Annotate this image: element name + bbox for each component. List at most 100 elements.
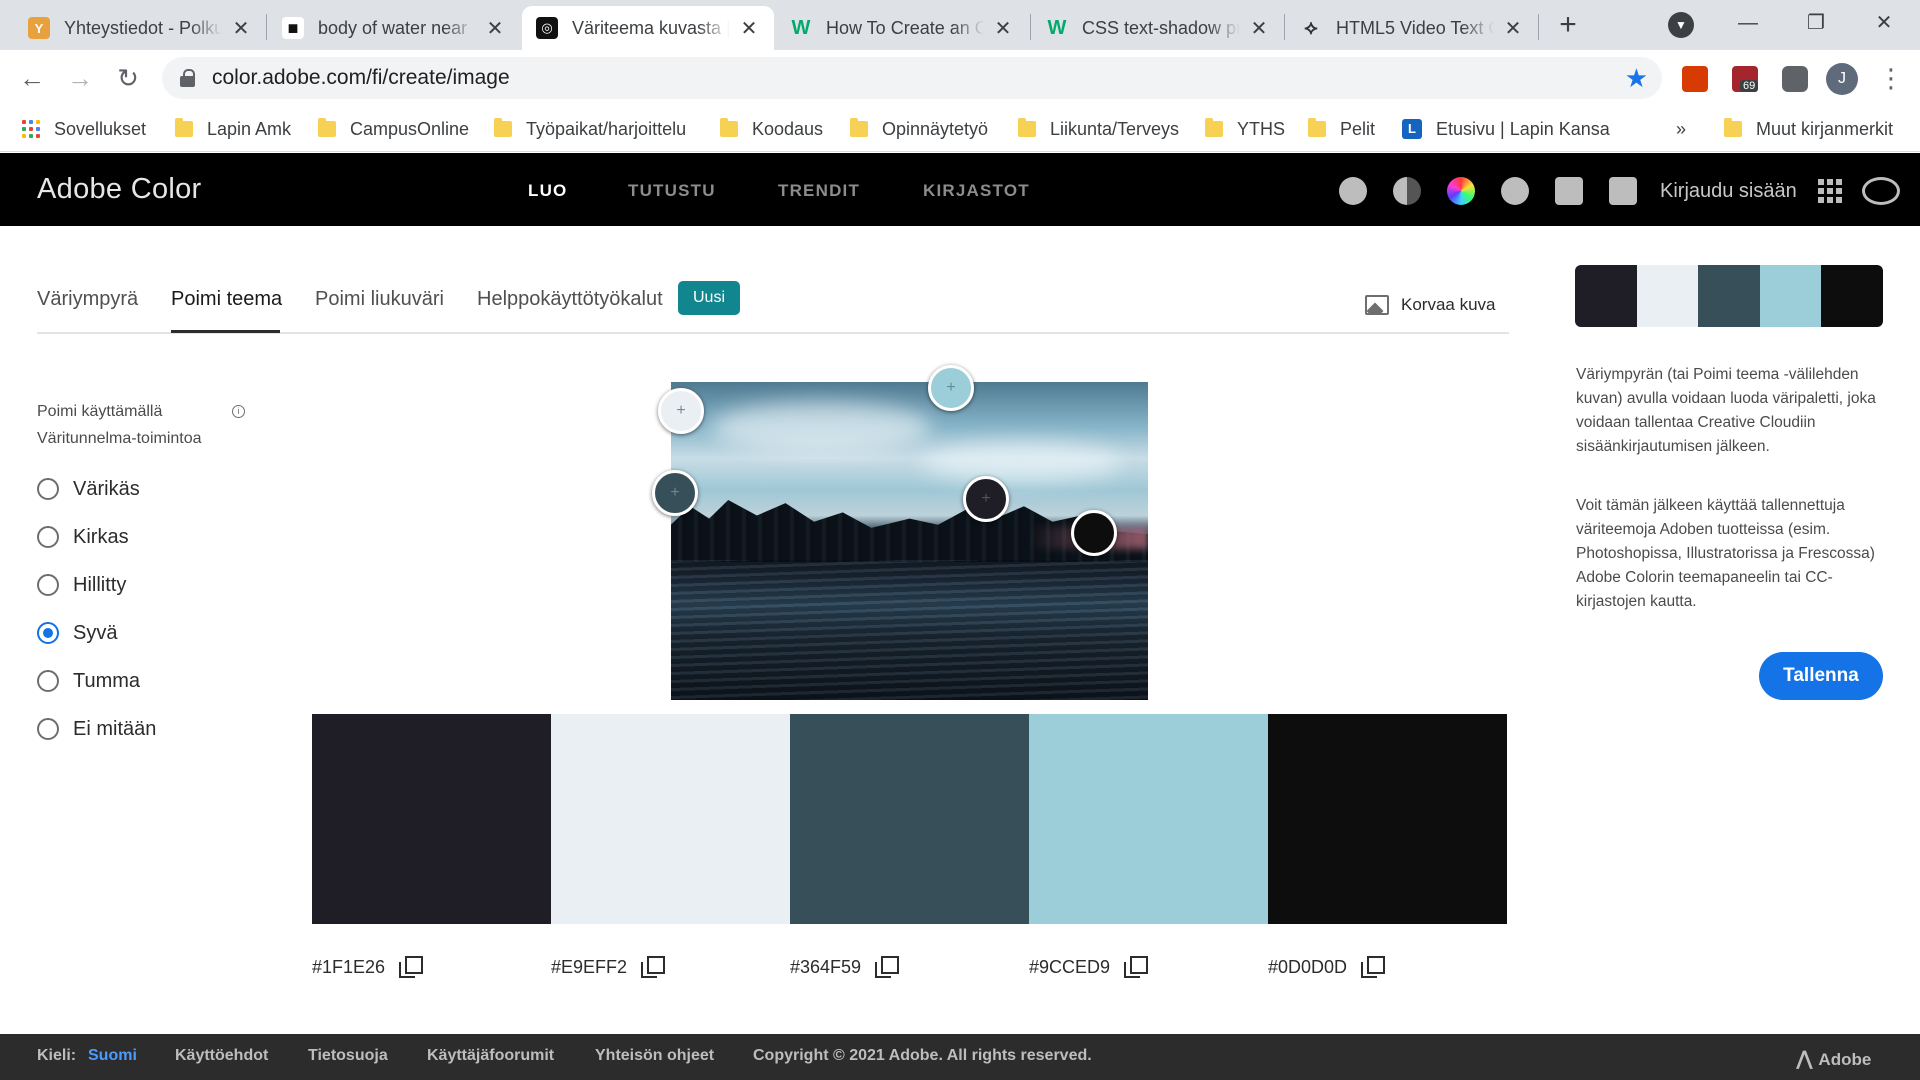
reload-icon[interactable]: ↻ bbox=[110, 60, 146, 96]
bookmark-lapin-kansa[interactable]: L Etusivu | Lapin Kansa bbox=[1402, 116, 1610, 142]
radio-icon[interactable] bbox=[37, 670, 59, 692]
help-icon[interactable] bbox=[1501, 177, 1529, 205]
nav-luo[interactable]: LUO bbox=[528, 181, 567, 201]
contrast-icon[interactable] bbox=[1393, 177, 1421, 205]
close-window-icon[interactable]: ✕ bbox=[1864, 6, 1904, 42]
swatch-1[interactable] bbox=[312, 714, 551, 924]
radio-icon[interactable] bbox=[37, 478, 59, 500]
brand-title[interactable]: Adobe Color bbox=[37, 173, 202, 206]
radio-icon[interactable] bbox=[37, 574, 59, 596]
bookmark-folder[interactable]: Työpaikat/harjoittelu bbox=[494, 116, 686, 142]
close-tab-icon[interactable]: ✕ bbox=[738, 16, 760, 41]
apps-menu-icon[interactable] bbox=[1818, 179, 1842, 203]
browser-tab[interactable]: W How To Create an C ✕ bbox=[776, 6, 1028, 50]
browser-tab[interactable]: Y Yhteystiedot - Polku ✕ bbox=[14, 6, 266, 50]
adobe-logo[interactable]: ⋀ Adobe bbox=[1796, 1046, 1871, 1071]
swatch-5[interactable] bbox=[1268, 714, 1507, 924]
tab-search-icon[interactable]: ▼ bbox=[1668, 12, 1694, 38]
swatch-2[interactable] bbox=[551, 714, 790, 924]
creative-cloud-icon[interactable] bbox=[1862, 177, 1900, 205]
close-tab-icon[interactable]: ✕ bbox=[230, 16, 252, 41]
footer-link-guidelines[interactable]: Yhteisön ohjeet bbox=[595, 1047, 714, 1065]
language-selector[interactable]: Suomi bbox=[88, 1047, 137, 1065]
nav-trendit[interactable]: TRENDIT bbox=[778, 181, 860, 201]
office-extension-icon[interactable] bbox=[1682, 66, 1708, 92]
radio-icon[interactable] bbox=[37, 526, 59, 548]
browser-tab[interactable]: W CSS text-shadow pr ✕ bbox=[1032, 6, 1284, 50]
address-bar[interactable]: color.adobe.com/fi/create/image ★ bbox=[162, 57, 1662, 99]
color-picker-handle[interactable]: + bbox=[928, 365, 974, 411]
copy-icon[interactable] bbox=[1361, 956, 1386, 978]
browser-menu-icon[interactable]: ⋮ bbox=[1878, 60, 1904, 96]
close-tab-icon[interactable]: ✕ bbox=[1248, 16, 1270, 41]
mood-option-colorful[interactable]: Värikäs bbox=[37, 474, 140, 504]
footer-link-terms[interactable]: Käyttöehdot bbox=[175, 1047, 268, 1065]
bookmark-folder[interactable]: Liikunta/Terveys bbox=[1018, 116, 1179, 142]
mood-option-bright[interactable]: Kirkas bbox=[37, 522, 129, 552]
bookmark-folder[interactable]: Lapin Amk bbox=[175, 116, 291, 142]
hex-label[interactable]: #9CCED9 bbox=[1029, 957, 1110, 978]
color-picker-handle[interactable]: + bbox=[963, 476, 1009, 522]
replace-image-button[interactable]: Korvaa kuva bbox=[1365, 295, 1496, 315]
bookmark-folder[interactable]: YTHS bbox=[1205, 116, 1285, 142]
back-arrow-icon[interactable]: ← bbox=[14, 60, 50, 96]
color-wheel-icon[interactable] bbox=[1447, 177, 1475, 205]
close-tab-icon[interactable]: ✕ bbox=[1502, 16, 1524, 41]
radio-icon[interactable] bbox=[37, 718, 59, 740]
feedback-icon[interactable] bbox=[1555, 177, 1583, 205]
close-tab-icon[interactable]: ✕ bbox=[484, 16, 506, 41]
signin-link[interactable]: Kirjaudu sisään bbox=[1660, 180, 1797, 203]
info-icon[interactable]: i bbox=[232, 405, 245, 418]
color-picker-handle[interactable]: + bbox=[658, 388, 704, 434]
forward-arrow-icon[interactable]: → bbox=[62, 60, 98, 96]
bookmark-star-icon[interactable]: ★ bbox=[1625, 63, 1648, 94]
hex-label[interactable]: #E9EFF2 bbox=[551, 957, 627, 978]
mood-option-deep[interactable]: Syvä bbox=[37, 618, 117, 648]
restore-icon[interactable]: ❐ bbox=[1796, 6, 1836, 42]
hex-label[interactable]: #364F59 bbox=[790, 957, 861, 978]
bookmark-folder[interactable]: Opinnäytetyö bbox=[850, 116, 988, 142]
copy-icon[interactable] bbox=[641, 956, 666, 978]
tab-extract-gradient[interactable]: Poimi liukuväri bbox=[315, 288, 444, 311]
hex-label[interactable]: #0D0D0D bbox=[1268, 957, 1347, 978]
nav-tutustu[interactable]: TUTUSTU bbox=[628, 181, 716, 201]
extension-icon[interactable]: 69 bbox=[1732, 66, 1759, 92]
bookmark-folder[interactable]: Koodaus bbox=[720, 116, 823, 142]
swatch-3[interactable] bbox=[790, 714, 1029, 924]
profile-avatar[interactable]: J bbox=[1826, 63, 1858, 95]
footer-link-privacy[interactable]: Tietosuoja bbox=[308, 1047, 388, 1065]
bookmark-other[interactable]: Muut kirjanmerkit bbox=[1724, 116, 1893, 142]
color-picker-handle[interactable]: + bbox=[1071, 510, 1117, 556]
copy-icon[interactable] bbox=[1124, 956, 1149, 978]
save-button[interactable]: Tallenna bbox=[1759, 652, 1883, 700]
tab-color-wheel[interactable]: Väriympyrä bbox=[37, 288, 138, 311]
nav-kirjastot[interactable]: KIRJASTOT bbox=[923, 181, 1030, 201]
browser-tab[interactable]: ■ body of water near ✕ bbox=[268, 6, 520, 50]
mood-option-none[interactable]: Ei mitään bbox=[37, 714, 156, 744]
new-tab-button[interactable]: + bbox=[1550, 8, 1586, 44]
browser-tab-active[interactable]: ◎ Väriteema kuvasta | ✕ bbox=[522, 6, 774, 50]
swatch-4[interactable] bbox=[1029, 714, 1268, 924]
copy-icon[interactable] bbox=[875, 956, 900, 978]
address-url[interactable]: color.adobe.com/fi/create/image bbox=[212, 66, 510, 90]
mood-option-dark[interactable]: Tumma bbox=[37, 666, 140, 696]
copy-icon[interactable] bbox=[399, 956, 424, 978]
hex-label[interactable]: #1F1E26 bbox=[312, 957, 385, 978]
star-icon[interactable] bbox=[1339, 177, 1367, 205]
chat-icon[interactable] bbox=[1609, 177, 1637, 205]
lock-icon[interactable] bbox=[180, 69, 196, 87]
bookmark-folder[interactable]: Pelit bbox=[1308, 116, 1375, 142]
browser-tab[interactable]: ⟡ HTML5 Video Text C ✕ bbox=[1286, 6, 1538, 50]
tab-extract-theme[interactable]: Poimi teema bbox=[171, 288, 282, 311]
footer-link-forums[interactable]: Käyttäjäfoorumit bbox=[427, 1047, 554, 1065]
puzzle-extensions-icon[interactable] bbox=[1782, 66, 1808, 92]
color-picker-handle[interactable]: + bbox=[652, 470, 698, 516]
mood-option-muted[interactable]: Hillitty bbox=[37, 570, 126, 600]
bookmarks-overflow[interactable]: » bbox=[1676, 116, 1686, 142]
bookmark-apps[interactable]: Sovellukset bbox=[22, 116, 146, 142]
bookmark-folder[interactable]: CampusOnline bbox=[318, 116, 469, 142]
minimize-icon[interactable]: — bbox=[1728, 6, 1768, 42]
radio-checked-icon[interactable] bbox=[37, 622, 59, 644]
tab-accessibility-tools[interactable]: Helppokäyttötyökalut bbox=[477, 288, 663, 311]
close-tab-icon[interactable]: ✕ bbox=[992, 16, 1014, 41]
